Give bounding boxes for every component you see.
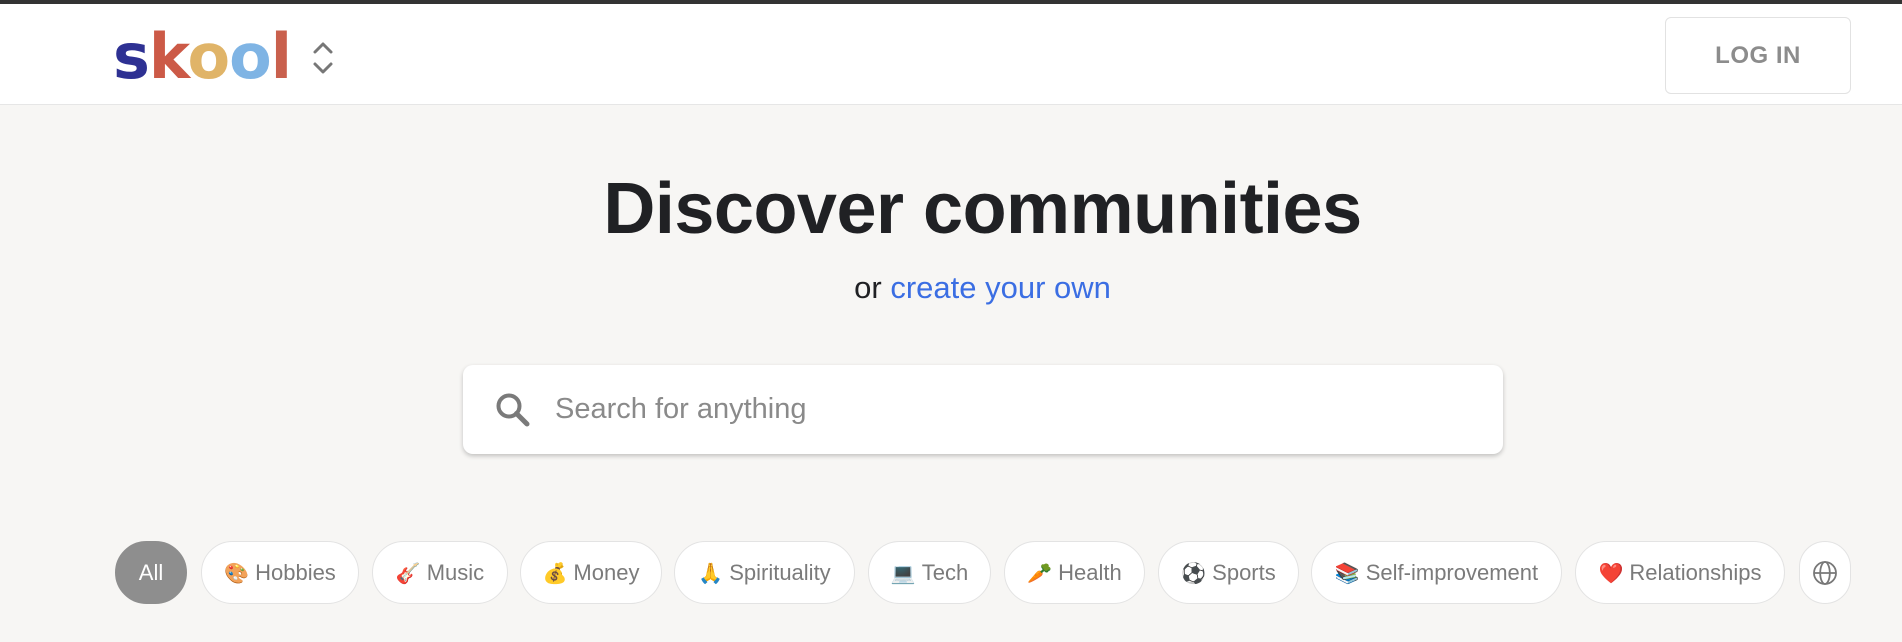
search-bar[interactable]	[463, 365, 1503, 454]
soccer-ball-icon: ⚽	[1181, 560, 1207, 585]
category-chip-spirituality[interactable]: 🙏 Spirituality	[674, 541, 855, 604]
logo-letter: o	[229, 20, 272, 93]
praying-hands-icon: 🙏	[698, 560, 724, 585]
laptop-icon: 💻	[890, 560, 916, 585]
carrot-icon: 🥕	[1027, 560, 1053, 585]
category-label: Self-improvement	[1365, 559, 1539, 585]
create-community-link[interactable]: create your own	[890, 270, 1111, 305]
category-label: Music	[426, 559, 485, 585]
category-chip-all[interactable]: All	[115, 541, 187, 604]
page-title: Discover communities	[603, 169, 1362, 249]
search-icon	[496, 393, 530, 426]
category-label: Relationships	[1629, 559, 1762, 585]
category-label: Sports	[1212, 559, 1276, 585]
logo-letter: o	[187, 20, 230, 93]
category-label: Spirituality	[729, 559, 831, 585]
logo-letter: l	[270, 20, 292, 93]
category-chip-tech[interactable]: 💻 Tech	[868, 541, 991, 604]
logo-letter: s	[113, 20, 150, 93]
category-chip-hobbies[interactable]: 🎨 Hobbies	[201, 541, 359, 604]
subtitle-prefix: or	[854, 270, 882, 305]
category-chip-money[interactable]: 💰 Money	[520, 541, 662, 604]
logo-letter: k	[148, 20, 189, 93]
category-chip-relationships[interactable]: ❤️ Relationships	[1575, 541, 1785, 604]
hero-subtitle: or create your own	[0, 270, 1902, 306]
books-icon: 📚	[1334, 560, 1360, 585]
heart-icon: ❤️	[1598, 560, 1624, 585]
category-chip-sports[interactable]: ⚽ Sports	[1158, 541, 1299, 604]
header: skool LOG IN	[0, 4, 1902, 105]
skool-logo[interactable]: skool	[113, 20, 292, 93]
guitar-icon: 🎸	[395, 560, 421, 585]
category-label: Tech	[921, 559, 969, 585]
category-label: All	[138, 559, 164, 585]
category-label: Money	[573, 559, 640, 585]
category-chip-music[interactable]: 🎸 Music	[372, 541, 508, 604]
category-chip-health[interactable]: 🥕 Health	[1004, 541, 1145, 604]
globe-icon[interactable]	[1799, 541, 1851, 604]
money-bag-icon: 💰	[542, 560, 568, 585]
category-chip-self-improvement[interactable]: 📚 Self-improvement	[1311, 541, 1562, 604]
palette-icon: 🎨	[224, 560, 250, 585]
category-label: Health	[1058, 559, 1122, 585]
community-switcher-icon[interactable]	[310, 38, 336, 78]
login-button[interactable]: LOG IN	[1665, 17, 1851, 94]
category-label: Hobbies	[255, 559, 336, 585]
search-input[interactable]	[555, 393, 1455, 426]
